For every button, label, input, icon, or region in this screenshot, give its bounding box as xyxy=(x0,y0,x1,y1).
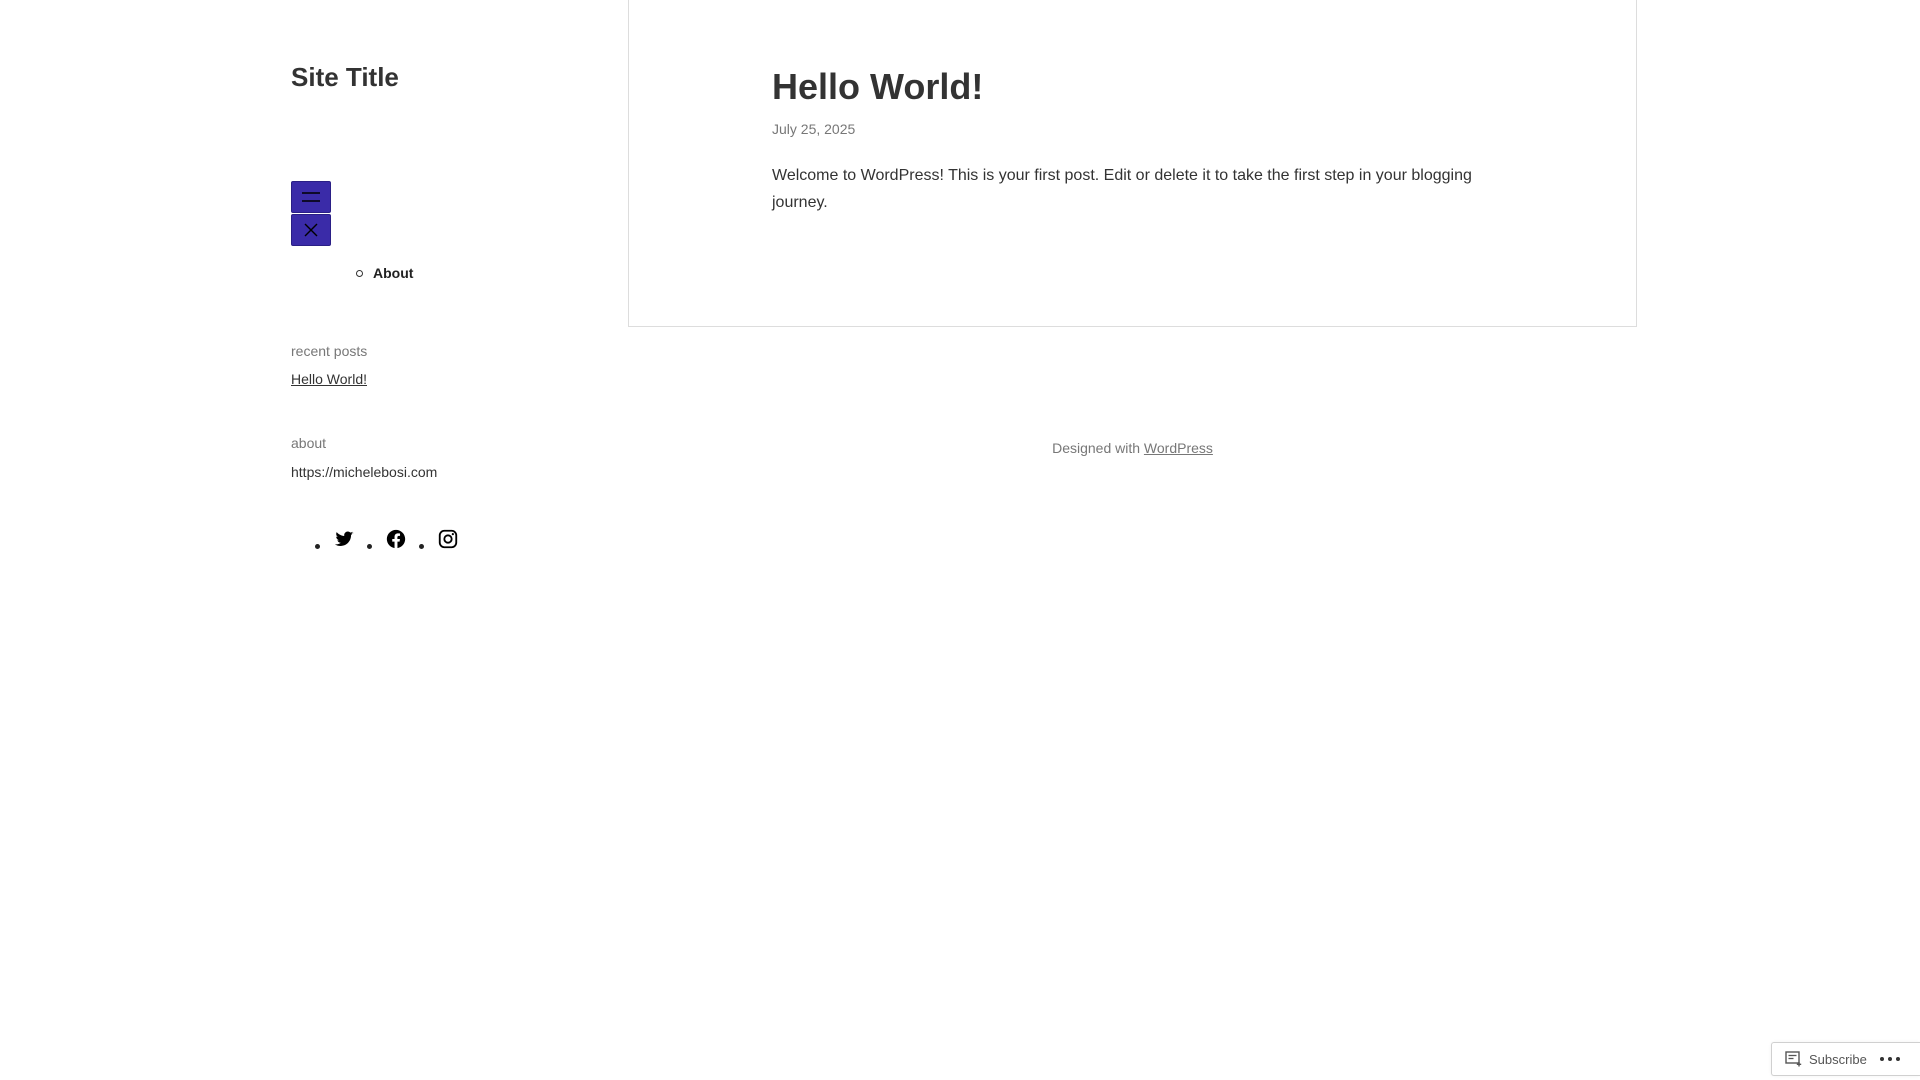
nav-menu: About xyxy=(355,262,413,284)
ellipsis-icon xyxy=(1879,1057,1900,1061)
about-heading: about xyxy=(291,435,327,451)
instagram-link[interactable] xyxy=(437,528,459,550)
more-options-button[interactable] xyxy=(1879,1056,1901,1062)
list-bullet xyxy=(367,543,372,549)
facebook-icon xyxy=(386,529,406,549)
open-menu-button[interactable] xyxy=(291,181,331,213)
hamburger-icon xyxy=(302,192,320,202)
nav-item-about: About xyxy=(355,262,413,284)
instagram-icon xyxy=(438,529,458,549)
nav-link-about[interactable]: About xyxy=(373,265,413,281)
reader-icon xyxy=(1785,1051,1802,1067)
subscribe-button[interactable]: Subscribe xyxy=(1772,1043,1867,1075)
site-footer: Designed with WordPress xyxy=(628,440,1637,456)
about-text: https://michelebosi.com xyxy=(291,464,438,480)
social-links xyxy=(315,528,471,550)
post-card: Hello World! July 25, 2025 Welcome to Wo… xyxy=(628,0,1637,327)
recent-posts-heading: recent posts xyxy=(291,343,368,359)
twitter-icon xyxy=(334,531,354,546)
post-body: Welcome to WordPress! This is your first… xyxy=(772,167,1472,211)
bullet-icon xyxy=(356,270,363,277)
list-bullet xyxy=(419,543,424,549)
subscribe-label: Subscribe xyxy=(1809,1051,1867,1067)
footer-prefix: Designed with xyxy=(1052,440,1144,456)
facebook-link[interactable] xyxy=(385,528,407,550)
post-date: July 25, 2025 xyxy=(772,121,856,137)
site-title[interactable]: Site Title xyxy=(291,62,399,93)
list-bullet xyxy=(315,543,320,549)
subscribe-bar: Subscribe xyxy=(1771,1042,1920,1076)
close-menu-button[interactable] xyxy=(291,214,331,246)
close-icon xyxy=(304,223,318,237)
wordpress-link[interactable]: WordPress xyxy=(1144,440,1213,456)
twitter-link[interactable] xyxy=(333,528,355,550)
post-title[interactable]: Hello World! xyxy=(772,66,983,108)
recent-post-link[interactable]: Hello World! xyxy=(291,371,367,387)
